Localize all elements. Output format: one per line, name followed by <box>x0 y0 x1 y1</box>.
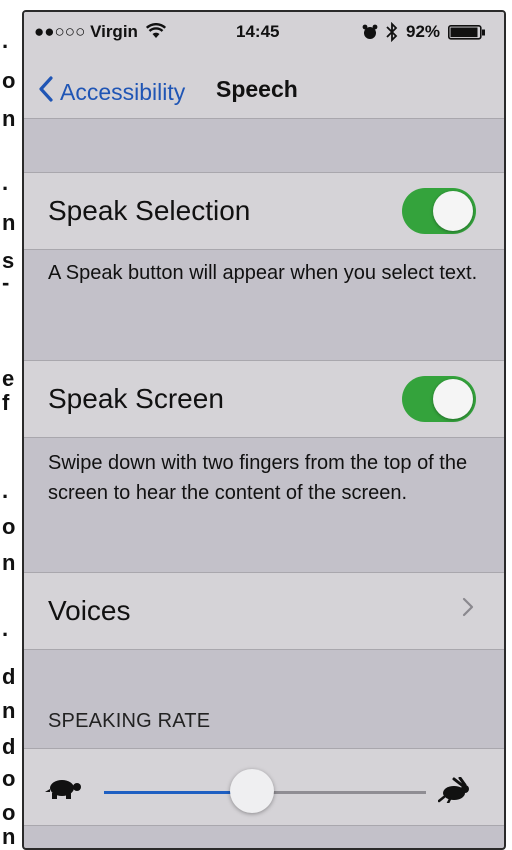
slider-thumb[interactable] <box>230 769 275 813</box>
carrier-label: ●●○○○ Virgin <box>34 22 138 41</box>
back-label: Accessibility <box>60 78 186 105</box>
edge-char: s <box>2 248 15 273</box>
page-edge: . o n . n s - e f . o n . d n d o o n <box>0 0 22 850</box>
edge-char: e <box>2 366 15 391</box>
chevron-right-icon <box>462 597 474 622</box>
battery-percent: 92% <box>406 22 441 41</box>
page-title: Speech <box>216 76 298 102</box>
edge-char: d <box>2 664 16 689</box>
edge-char: d <box>2 734 16 759</box>
edge-char: n <box>2 106 16 131</box>
clock: 14:45 <box>236 22 280 41</box>
bluetooth-icon <box>386 21 398 47</box>
edge-char: . <box>2 170 9 195</box>
edge-char: . <box>2 28 9 53</box>
speak-screen-label: Speak Screen <box>48 383 224 414</box>
speak-selection-toggle[interactable] <box>402 188 476 234</box>
toggle-knob <box>433 191 473 231</box>
speak-selection-row: Speak Selection <box>24 172 504 250</box>
toggle-knob <box>433 379 473 419</box>
edge-char: . <box>2 478 9 503</box>
voices-label: Voices <box>48 595 131 626</box>
speak-selection-footer: A Speak button will appear when you sele… <box>48 262 478 284</box>
phone-screen: ●●○○○ Virgin 14:45 92% Accessibility Spe… <box>22 10 506 850</box>
wifi-icon <box>145 23 167 44</box>
edge-char: o <box>2 800 16 825</box>
speak-screen-footer: Swipe down with two fingers from the top… <box>48 452 468 504</box>
back-button[interactable]: Accessibility <box>38 76 185 108</box>
edge-char: . <box>2 616 9 641</box>
edge-char: o <box>2 514 16 539</box>
edge-char: n <box>2 824 16 849</box>
voices-row[interactable]: Voices <box>24 572 504 650</box>
edge-char: o <box>2 766 16 791</box>
turtle-icon <box>44 777 82 806</box>
speak-screen-row: Speak Screen <box>24 360 504 438</box>
speaking-rate-header: SPEAKING RATE <box>48 710 211 732</box>
hare-icon <box>437 776 472 808</box>
edge-char: n <box>2 698 16 723</box>
edge-char: - <box>2 270 10 295</box>
speak-selection-label: Speak Selection <box>48 195 251 226</box>
edge-char: o <box>2 68 16 93</box>
speak-screen-toggle[interactable] <box>402 376 476 422</box>
speaking-rate-row <box>24 748 504 826</box>
edge-char: n <box>2 210 16 235</box>
edge-char: n <box>2 550 16 575</box>
status-bar: ●●○○○ Virgin 14:45 92% <box>24 12 504 52</box>
back-chevron-icon <box>38 76 60 108</box>
alarm-clock-icon <box>362 24 378 45</box>
navigation-bar: Accessibility Speech <box>24 52 504 119</box>
edge-char: f <box>2 390 10 415</box>
battery-icon <box>448 25 486 45</box>
